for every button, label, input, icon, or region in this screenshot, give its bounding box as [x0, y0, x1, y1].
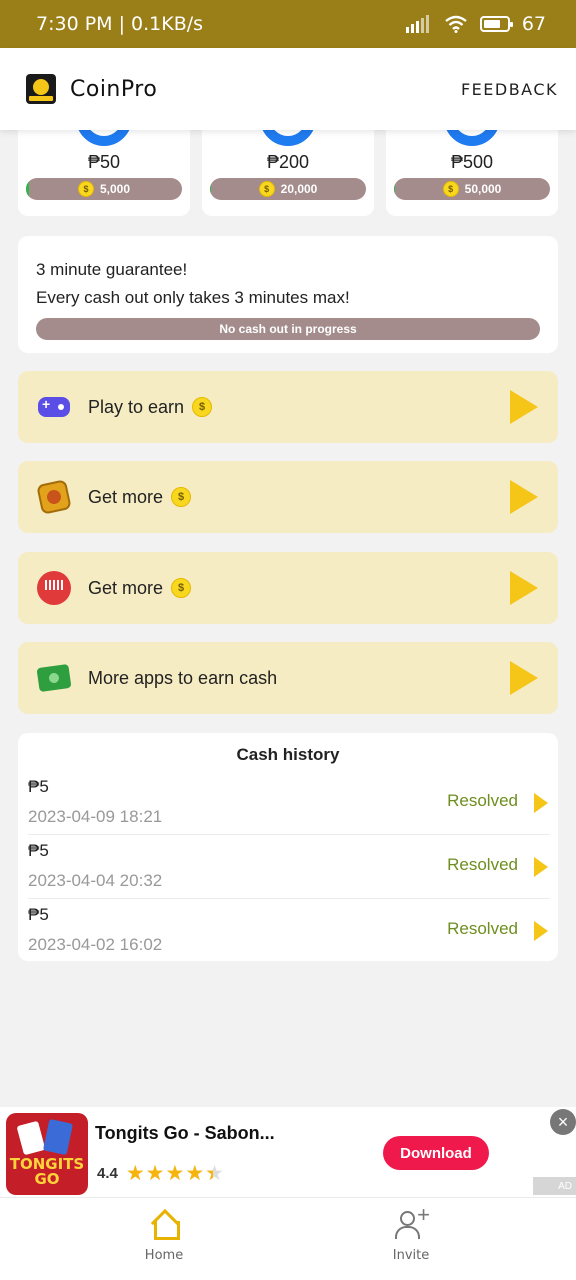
arrow-right-icon: [534, 857, 548, 877]
cashout-status-bar: No cash out in progress: [36, 318, 540, 340]
tier-amount: ₱500: [450, 152, 494, 172]
history-date: 2023-04-09 18:21: [28, 807, 163, 826]
ad-badge: AD: [533, 1177, 576, 1195]
action-label: Play to earn: [88, 396, 185, 417]
status-icons: 67: [405, 13, 546, 35]
app-title: CoinPro: [70, 76, 158, 102]
coin-box-icon: [36, 479, 72, 515]
app-header: CoinPro FEEDBACK: [0, 48, 576, 130]
arrow-right-icon: [510, 390, 538, 424]
tier-amount: ₱50: [87, 152, 121, 172]
status-time-speed: 7:30 PM | 0.1KB/s: [36, 13, 204, 35]
ad-rating: 4.4 ★★★★★★★★★★: [97, 1163, 225, 1184]
action-label: Get more: [88, 486, 164, 507]
history-row[interactable]: ₱5 2023-04-09 18:21 Resolved: [28, 771, 550, 835]
ad-app-name: Tongits Go - Sabon...: [95, 1123, 275, 1143]
play-to-earn-card[interactable]: Play to earn $: [18, 371, 558, 443]
tier-progress-fill: [26, 178, 30, 200]
arrow-right-icon: [510, 661, 538, 695]
tier-coin-amount: 20,000: [280, 182, 318, 196]
cash-history-title: Cash history: [236, 745, 340, 764]
guarantee-card: 3 minute guarantee! Every cash out only …: [18, 236, 558, 353]
history-amount: ₱5: [28, 841, 49, 860]
action-label: Get more: [88, 577, 164, 598]
star-rating-fill: ★★★★★: [125, 1163, 213, 1184]
podcast-icon: [36, 570, 72, 606]
history-date: 2023-04-04 20:32: [28, 871, 163, 890]
battery-level: 67: [521, 13, 546, 35]
arrow-right-icon: [534, 793, 548, 813]
tier-progress-fill: [210, 178, 211, 200]
coin-icon: $: [77, 181, 94, 197]
coin-icon: $: [171, 578, 192, 598]
tier-progress-bar: $ 20,000: [210, 178, 366, 200]
arrow-right-icon: [510, 571, 538, 605]
get-more-card-2[interactable]: Get more $: [18, 552, 558, 624]
action-label: More apps to earn cash: [88, 667, 278, 688]
add-user-icon: +: [394, 1204, 430, 1239]
tier-amount: ₱200: [266, 152, 310, 172]
history-date: 2023-04-02 16:02: [28, 935, 163, 954]
nav-invite-label: Invite: [392, 1248, 430, 1263]
home-icon: [150, 1210, 180, 1240]
history-row[interactable]: ₱5 2023-04-04 20:32 Resolved: [28, 835, 550, 899]
ad-close-icon[interactable]: ×: [550, 1109, 576, 1135]
coinpro-logo-icon: [26, 74, 56, 104]
arrow-right-icon: [534, 921, 548, 941]
feedback-button[interactable]: FEEDBACK: [461, 80, 558, 99]
tier-progress-bar: $ 5,000: [26, 178, 182, 200]
coin-icon: $: [192, 397, 213, 417]
signal-icon: [405, 15, 429, 33]
history-amount: ₱5: [28, 905, 49, 924]
guarantee-subtitle: Every cash out only takes 3 minutes max!: [36, 288, 350, 307]
tier-coins: $ 20,000: [258, 181, 318, 197]
history-amount: ₱5: [28, 777, 49, 796]
ad-download-button[interactable]: Download: [383, 1136, 489, 1170]
gamepad-icon: [36, 389, 72, 425]
arrow-right-icon: [510, 480, 538, 514]
ad-banner[interactable]: TONGITS GO Tongits Go - Sabon... 4.4 ★★★…: [0, 1107, 576, 1197]
tier-coins: $ 50,000: [442, 181, 502, 197]
nav-home[interactable]: Home: [104, 1210, 224, 1263]
history-status: Resolved: [447, 919, 518, 938]
ad-app-icon: TONGITS GO: [6, 1113, 88, 1195]
more-apps-card[interactable]: More apps to earn cash: [18, 642, 558, 714]
brand: CoinPro: [26, 74, 157, 104]
history-row[interactable]: ₱5 2023-04-02 16:02 Resolved: [28, 899, 550, 963]
nav-invite[interactable]: + Invite: [351, 1204, 471, 1264]
coin-icon: $: [171, 487, 192, 507]
status-bar: 7:30 PM | 0.1KB/s 67: [0, 0, 576, 48]
coin-icon: $: [258, 181, 275, 197]
guarantee-title: 3 minute guarantee!: [36, 260, 188, 279]
battery-icon: [479, 16, 513, 32]
tier-progress-bar: $ 50,000: [394, 178, 550, 200]
nav-home-label: Home: [144, 1248, 184, 1263]
star-rating-icon: ★★★★★★★★★★: [125, 1162, 225, 1185]
wifi-icon: [445, 15, 467, 33]
get-more-card-1[interactable]: Get more $: [18, 461, 558, 533]
ad-app-icon-text: TONGITS GO: [9, 1155, 85, 1188]
cash-icon: [36, 660, 72, 696]
tier-coin-amount: 50,000: [464, 182, 502, 196]
tier-coins: $ 5,000: [77, 181, 131, 197]
bottom-nav: Home + Invite: [0, 1197, 576, 1280]
history-status: Resolved: [447, 791, 518, 810]
ad-rating-value: 4.4: [97, 1165, 118, 1182]
coin-icon: $: [442, 181, 459, 197]
tier-coin-amount: 5,000: [99, 182, 131, 196]
history-status: Resolved: [447, 855, 518, 874]
cash-history-card: Cash history ₱5 2023-04-09 18:21 Resolve…: [18, 733, 558, 961]
